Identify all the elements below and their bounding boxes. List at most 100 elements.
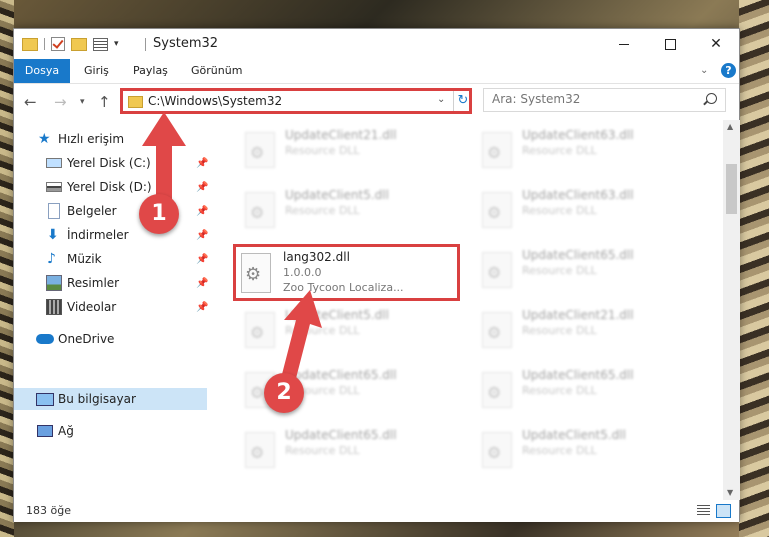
sidebar-item-label: Bu bilgisayar [58, 392, 136, 406]
pin-icon[interactable]: 📌 [196, 254, 208, 265]
pin-icon[interactable]: 📌 [196, 158, 208, 169]
file-type: Resource DLL [522, 384, 597, 397]
navigation-bar: ← → ▾ ↑ C:\Windows\System32 ⌄ ↻ [14, 84, 739, 120]
dll-file-icon [245, 132, 275, 168]
vertical-scrollbar[interactable]: ▲ ▼ [723, 120, 740, 500]
drive-icon [46, 158, 62, 168]
window-title: System32 [153, 36, 219, 51]
dll-file-icon [245, 192, 275, 228]
recent-locations-icon[interactable]: ▾ [80, 97, 85, 107]
file-type: Resource DLL [522, 264, 597, 277]
search-input[interactable] [492, 92, 692, 106]
drive-icon [46, 182, 62, 192]
close-icon: ✕ [710, 36, 722, 52]
file-name: UpdateClient21.dll [522, 308, 634, 322]
item-count: 183 öğe [26, 504, 71, 517]
sidebar-item-music[interactable]: ♪ Müzik 📌 [14, 248, 208, 270]
sidebar-item-label: Belgeler [67, 204, 117, 218]
file-item[interactable]: UpdateClient5.dll Resource DLL [474, 424, 694, 478]
sidebar-item-label: İndirmeler [67, 228, 129, 242]
file-name: UpdateClient5.dll [522, 428, 626, 442]
download-icon: ⬇ [47, 227, 59, 243]
scrollbar-thumb[interactable] [726, 164, 737, 214]
file-item[interactable]: UpdateClient65.dll Resource DLL [474, 244, 694, 298]
highlighted-file-lang302[interactable]: lang302.dll 1.0.0.0 Zoo Tycoon Localiza.… [233, 244, 460, 301]
pin-icon[interactable]: 📌 [196, 230, 208, 241]
status-bar: 183 öğe [14, 500, 739, 522]
computer-icon [36, 392, 54, 406]
file-type: Resource DLL [285, 144, 360, 157]
file-name: UpdateClient63.dll [522, 188, 634, 202]
pin-icon[interactable]: 📌 [196, 206, 208, 217]
pin-icon[interactable]: 📌 [196, 278, 208, 289]
file-item[interactable]: UpdateClient65.dll Resource DLL [474, 364, 694, 418]
file-item[interactable]: UpdateClient65.dll Resource DLL [237, 424, 457, 478]
dll-file-icon [245, 312, 275, 348]
sidebar-item-label: Videolar [67, 300, 117, 314]
new-folder-icon[interactable] [71, 37, 87, 51]
scroll-down-icon[interactable]: ▼ [727, 488, 733, 497]
title-bar: ▾ System32 ✕ [14, 29, 739, 59]
address-path[interactable]: C:\Windows\System32 [148, 94, 282, 108]
tab-file[interactable]: Dosya [14, 59, 70, 83]
file-name: UpdateClient21.dll [285, 128, 397, 142]
file-item[interactable]: UpdateClient63.dll Resource DLL [474, 184, 694, 238]
sidebar-item-label: OneDrive [58, 332, 115, 346]
pin-icon[interactable]: 📌 [196, 182, 208, 193]
file-item[interactable]: UpdateClient21.dll Resource DLL [474, 304, 694, 358]
video-icon [46, 299, 62, 315]
help-icon[interactable]: ? [721, 63, 736, 78]
sidebar-item-network[interactable]: Ağ [14, 420, 207, 442]
quick-access-toolbar: ▾ [22, 37, 119, 51]
search-box[interactable] [483, 88, 726, 112]
sidebar-item-this-pc[interactable]: Bu bilgisayar [14, 388, 207, 410]
refresh-icon[interactable]: ↻ [453, 91, 472, 111]
file-name: UpdateClient65.dll [522, 248, 634, 262]
forward-arrow-icon[interactable]: → [54, 93, 67, 111]
tab-view[interactable]: Görünüm [183, 59, 250, 83]
properties-check-icon[interactable] [51, 37, 65, 51]
step-1-badge: 1 [139, 194, 179, 234]
large-icons-view-icon[interactable] [716, 504, 731, 518]
file-type: Resource DLL [522, 204, 597, 217]
network-icon [37, 425, 53, 437]
minimize-icon [619, 43, 629, 45]
pin-icon[interactable]: 📌 [196, 302, 208, 313]
file-item[interactable]: UpdateClient5.dll Resource DLL [237, 184, 457, 238]
dll-file-icon [482, 192, 512, 228]
file-type: Resource DLL [285, 204, 360, 217]
search-icon[interactable] [706, 93, 717, 104]
sidebar-item-pictures[interactable]: Resimler 📌 [14, 272, 208, 294]
chevron-down-icon[interactable]: ▾ [114, 39, 119, 49]
file-type: Resource DLL [522, 444, 597, 457]
maximize-icon [664, 38, 676, 50]
sidebar-item-label: Yerel Disk (C:) [67, 156, 151, 170]
minimize-button[interactable] [601, 29, 647, 59]
sidebar-item-videos[interactable]: Videolar 📌 [14, 296, 208, 318]
folder-icon [128, 96, 143, 108]
file-item[interactable]: UpdateClient5.dll Resource DLL [237, 304, 457, 358]
file-item[interactable]: UpdateClient63.dll Resource DLL [474, 124, 694, 178]
file-item[interactable]: UpdateClient21.dll Resource DLL [237, 124, 457, 178]
sidebar-item-label: Ağ [58, 424, 74, 438]
dll-file-icon [482, 312, 512, 348]
up-arrow-icon[interactable]: ↑ [98, 93, 111, 111]
scroll-up-icon[interactable]: ▲ [727, 122, 733, 131]
address-bar[interactable]: C:\Windows\System32 ⌄ ↻ [120, 88, 472, 114]
music-icon: ♪ [47, 251, 56, 267]
file-name: UpdateClient65.dll [522, 368, 634, 382]
file-type: Resource DLL [522, 144, 597, 157]
chevron-down-icon[interactable]: ⌄ [437, 94, 445, 105]
sidebar-item-downloads[interactable]: ⬇ İndirmeler 📌 [14, 224, 208, 246]
maximize-button[interactable] [647, 29, 693, 59]
back-arrow-icon[interactable]: ← [24, 93, 37, 111]
sidebar-item-onedrive[interactable]: OneDrive [14, 328, 207, 350]
expand-ribbon-icon[interactable]: ⌄ [700, 65, 708, 76]
details-view-icon[interactable] [697, 505, 710, 516]
dll-file-icon [245, 432, 275, 468]
properties-icon[interactable] [93, 37, 108, 51]
cloud-icon [36, 334, 54, 344]
close-button[interactable]: ✕ [693, 29, 739, 59]
tab-home[interactable]: Giriş [76, 59, 117, 83]
tab-share[interactable]: Paylaş [125, 59, 176, 83]
